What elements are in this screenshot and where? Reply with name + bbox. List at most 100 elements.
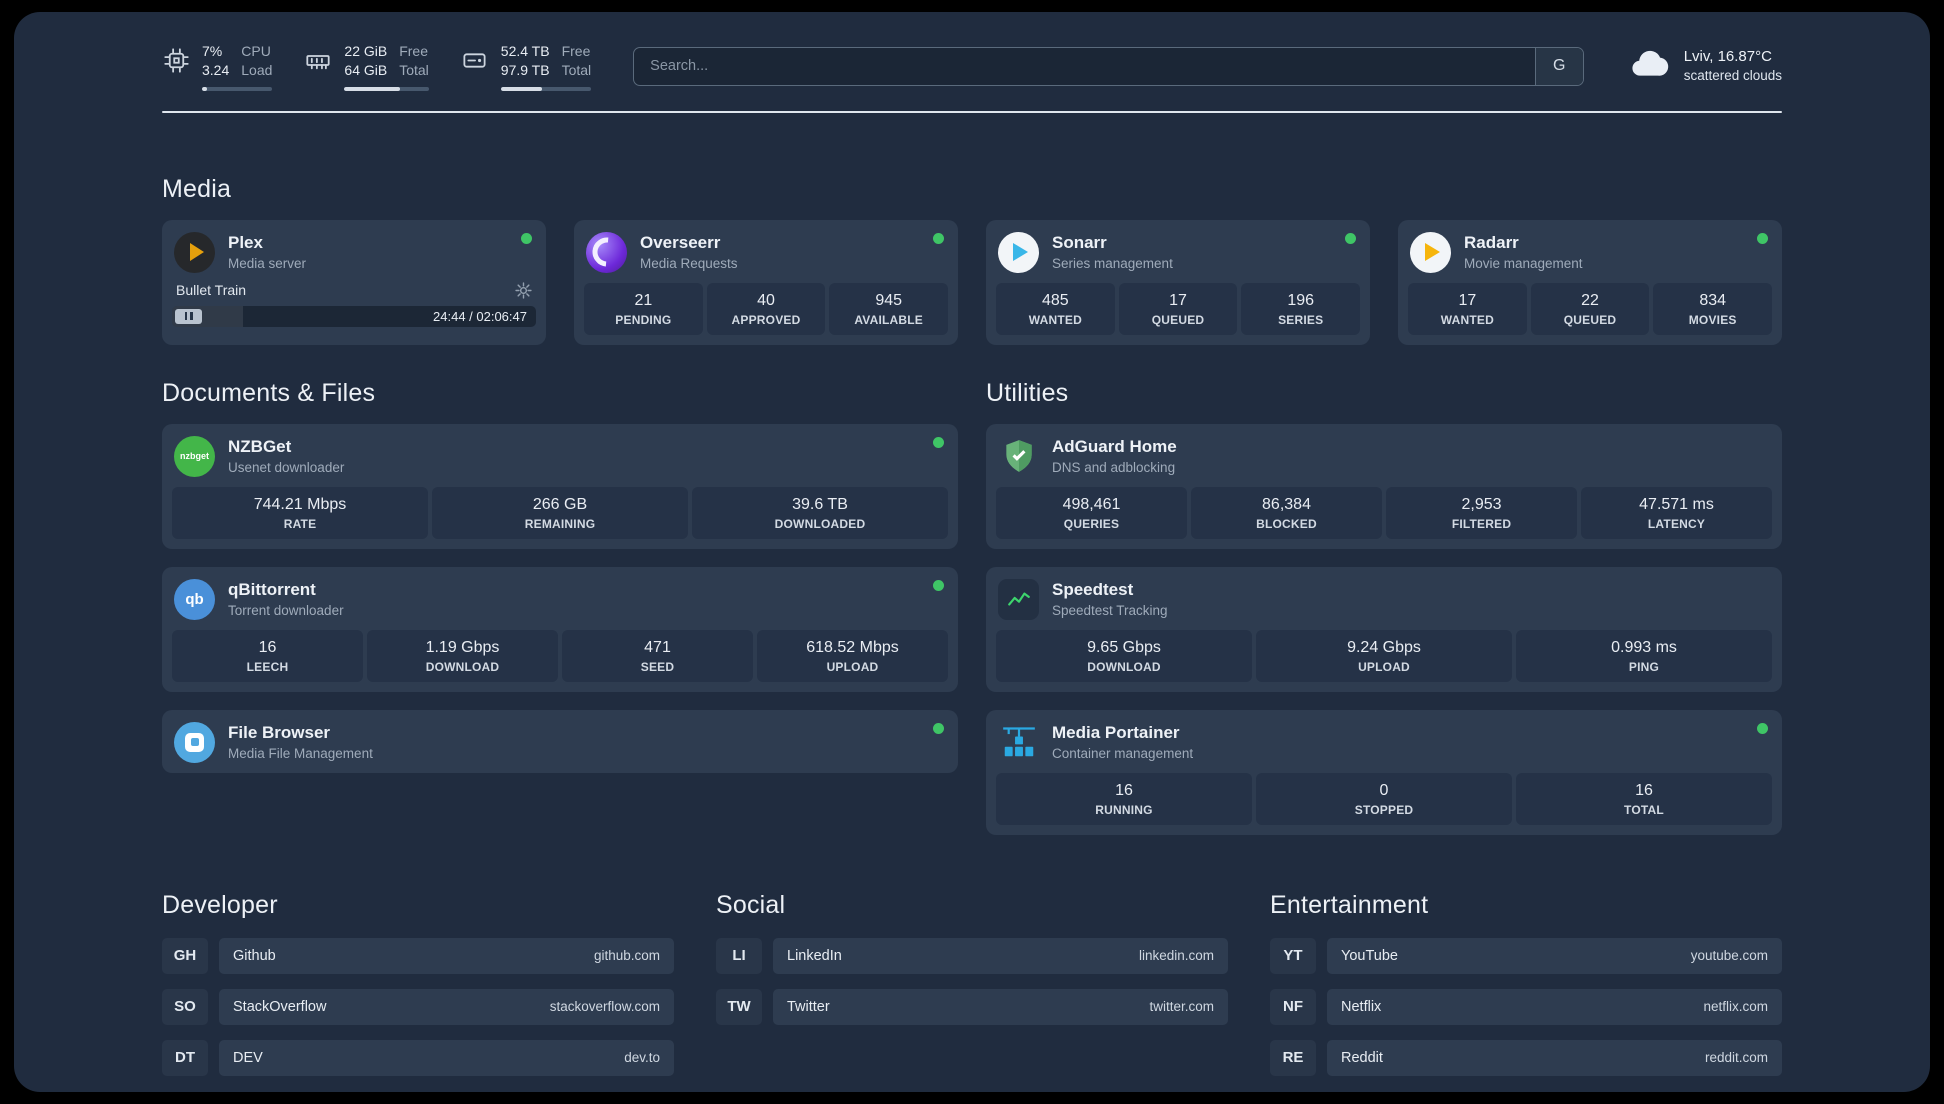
bookmark-row: DT DEV dev.to: [162, 1039, 674, 1076]
playback-progress-bar[interactable]: 24:44 / 02:06:47: [172, 305, 536, 327]
speedtest-subtitle: Speedtest Tracking: [1052, 603, 1168, 619]
ram-usage-bar: [344, 86, 429, 91]
bookmark-link-linkedin[interactable]: LinkedIn linkedin.com: [773, 937, 1228, 974]
search-engine-button[interactable]: G: [1534, 47, 1583, 85]
stat-value: 16: [258, 638, 277, 656]
filebrowser-subtitle: Media File Management: [228, 746, 373, 762]
sonarr-icon: [998, 231, 1039, 273]
bookmark-link-reddit[interactable]: Reddit reddit.com: [1327, 1039, 1782, 1076]
stat-value: 17: [1169, 291, 1187, 309]
bookmark-row: YT YouTube youtube.com: [1270, 937, 1782, 974]
bookmark-link-twitter[interactable]: Twitter twitter.com: [773, 988, 1228, 1025]
bookmark-link-stackoverflow[interactable]: StackOverflow stackoverflow.com: [219, 988, 674, 1025]
topbar: 7% 3.24 CPU Load 22 GiB 64 GiB Free Tota…: [162, 42, 1782, 91]
weather-location: Lviv, 16.87°C: [1683, 48, 1772, 66]
gear-icon[interactable]: [515, 282, 532, 299]
adguard-subtitle: DNS and adblocking: [1052, 460, 1176, 476]
stat-label: REMAINING: [524, 516, 596, 531]
pause-button[interactable]: [175, 308, 202, 324]
stat-box: 9.65 Gbps DOWNLOAD: [996, 629, 1252, 682]
stat-box: 744.21 Mbps RATE: [172, 486, 428, 539]
overseerr-card[interactable]: Overseerr Media Requests 21 PENDING 40 A…: [574, 219, 958, 345]
bookmark-link-github[interactable]: Github github.com: [219, 937, 674, 974]
qbittorrent-subtitle: Torrent downloader: [228, 603, 344, 619]
system-metrics: 7% 3.24 CPU Load 22 GiB 64 GiB Free Tota…: [162, 42, 592, 91]
stat-label: DOWNLOAD: [1087, 659, 1161, 674]
ram-free-label: Free: [399, 43, 429, 59]
stat-value: 40: [757, 291, 775, 309]
stat-value: 9.65 Gbps: [1087, 638, 1161, 656]
stat-box: 1.19 Gbps DOWNLOAD: [367, 629, 558, 682]
overseerr-name: Overseerr: [640, 233, 721, 253]
disk-usage-bar: [500, 86, 592, 91]
cloud-icon: [1626, 44, 1672, 89]
stat-value: 21: [634, 291, 653, 309]
filebrowser-card[interactable]: File Browser Media File Management: [162, 709, 958, 773]
plex-card[interactable]: Plex Media server Bullet Train 24:44 / 0…: [162, 219, 546, 345]
weather-widget: Lviv, 16.87°C scattered clouds: [1626, 44, 1782, 89]
bookmark-row: TW Twitter twitter.com: [716, 988, 1228, 1025]
nzbget-card[interactable]: nzbget NZBGet Usenet downloader 744.21 M…: [162, 423, 958, 549]
stat-box: 16 RUNNING: [996, 772, 1252, 825]
overseerr-status-dot: [933, 232, 944, 244]
disk-free-label: Free: [561, 43, 591, 59]
adguard-name: AdGuard Home: [1052, 437, 1177, 457]
portainer-status-dot: [1757, 722, 1768, 734]
stat-value: 1.19 Gbps: [425, 638, 500, 656]
stat-value: 47.571 ms: [1639, 495, 1714, 513]
portainer-card[interactable]: Media Portainer Container management 16 …: [986, 709, 1782, 835]
stat-label: QUERIES: [1063, 516, 1120, 531]
stat-box: 498,461 QUERIES: [996, 486, 1187, 539]
stat-label: QUEUED: [1151, 312, 1205, 327]
ram-free-value: 22 GiB: [344, 43, 388, 59]
nzbget-status-dot: [933, 436, 944, 448]
developer-bookmarks: Developer GH Github github.com SO StackO…: [162, 891, 674, 1076]
topbar-divider: [162, 110, 1782, 113]
stat-label: UPLOAD: [826, 659, 879, 674]
filebrowser-status-dot: [933, 722, 944, 734]
stat-label: LEECH: [246, 659, 289, 674]
search-input[interactable]: [633, 46, 1584, 86]
media-section-title: Media: [162, 174, 232, 203]
bookmark-link-dev[interactable]: DEV dev.to: [219, 1039, 674, 1076]
stat-label: PENDING: [615, 312, 672, 327]
qbittorrent-card[interactable]: qb qBittorrent Torrent downloader 16 LEE…: [162, 566, 958, 692]
adguard-card[interactable]: AdGuard Home DNS and adblocking 498,461 …: [986, 423, 1782, 549]
portainer-subtitle: Container management: [1052, 746, 1194, 762]
dashboard-panel: 7% 3.24 CPU Load 22 GiB 64 GiB Free Tota…: [14, 12, 1930, 1092]
cpu-icon: [162, 47, 190, 75]
cpu-load-value: 3.24: [202, 61, 230, 78]
stat-box: 17 WANTED: [1408, 282, 1527, 335]
bookmark-row: LI LinkedIn linkedin.com: [716, 937, 1228, 974]
stat-label: RUNNING: [1095, 802, 1153, 817]
stat-value: 744.21 Mbps: [253, 495, 347, 513]
stat-label: SEED: [640, 659, 675, 674]
nzbget-icon: nzbget: [174, 435, 215, 477]
stat-label: SERIES: [1278, 312, 1324, 327]
stat-box: 834 MOVIES: [1653, 282, 1773, 335]
entertainment-section-title: Entertainment: [1270, 890, 1429, 919]
bookmark-abbr: LI: [716, 937, 762, 974]
stat-box: 945 AVAILABLE: [829, 282, 949, 335]
speedtest-card[interactable]: Speedtest Speedtest Tracking 9.65 Gbps D…: [986, 566, 1782, 692]
stat-label: WANTED: [1440, 312, 1494, 327]
qbittorrent-name: qBittorrent: [228, 580, 316, 600]
search-bar: G: [633, 46, 1584, 86]
stat-value: 618.52 Mbps: [806, 638, 899, 656]
disk-metric: 52.4 TB 97.9 TB Free Total: [461, 42, 592, 91]
bookmark-link-netflix[interactable]: Netflix netflix.com: [1327, 988, 1782, 1025]
cpu-label: CPU: [241, 43, 271, 59]
bookmark-row: RE Reddit reddit.com: [1270, 1039, 1782, 1076]
social-bookmarks: Social LI LinkedIn linkedin.com TW Twitt…: [716, 891, 1228, 1076]
bookmark-abbr: TW: [716, 988, 762, 1025]
radarr-status-dot: [1757, 232, 1768, 244]
ram-metric: 22 GiB 64 GiB Free Total: [304, 42, 429, 91]
sonarr-card[interactable]: Sonarr Series management 485 WANTED 17 Q…: [986, 219, 1370, 345]
bookmark-abbr: YT: [1270, 937, 1316, 974]
stat-value: 498,461: [1062, 495, 1121, 513]
bookmark-link-youtube[interactable]: YouTube youtube.com: [1327, 937, 1782, 974]
overseerr-subtitle: Media Requests: [640, 256, 738, 272]
stat-box: 196 SERIES: [1241, 282, 1361, 335]
stat-label: BLOCKED: [1256, 516, 1317, 531]
radarr-card[interactable]: Radarr Movie management 17 WANTED 22 QUE…: [1398, 219, 1782, 345]
